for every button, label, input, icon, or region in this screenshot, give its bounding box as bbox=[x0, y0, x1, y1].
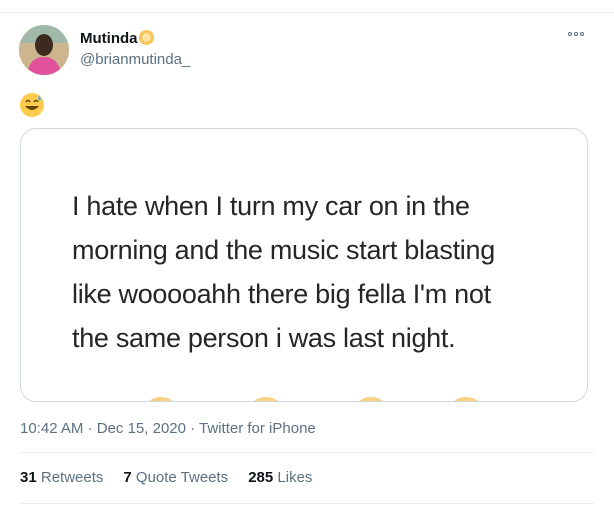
retweets-label: Retweets bbox=[40, 469, 104, 486]
media-image-text: I hate when I turn my car on in the morn… bbox=[72, 184, 572, 360]
quote-tweets-stat[interactable]: 7 Quote Tweets bbox=[123, 469, 228, 486]
avatar-image bbox=[19, 25, 69, 75]
author-name-text: Mutinda bbox=[80, 30, 138, 47]
quote-tweets-label: Quote Tweets bbox=[135, 469, 229, 486]
quote-tweets-count: 7 bbox=[123, 469, 132, 486]
reaction-emoji-icon bbox=[246, 397, 286, 401]
tweet-media-image[interactable]: I hate when I turn my car on in the morn… bbox=[20, 128, 588, 402]
retweets-count: 31 bbox=[20, 469, 37, 486]
verified-badge-icon bbox=[138, 30, 154, 45]
tweet-stats: 31 Retweets 7 Quote Tweets 285 Likes bbox=[20, 469, 312, 486]
retweets-stat[interactable]: 31 Retweets bbox=[20, 469, 103, 486]
media-text-line: I hate when I turn my car on in the bbox=[72, 191, 470, 221]
media-text-line: morning and the music start blasting bbox=[72, 235, 495, 265]
tweet-date[interactable]: Dec 15, 2020 bbox=[97, 420, 186, 437]
media-text-line: like wooooahh there big fella I'm not bbox=[72, 279, 491, 309]
reaction-emoji-icon bbox=[446, 397, 486, 401]
sweat-smile-emoji-icon bbox=[19, 92, 45, 118]
reaction-emoji-icon bbox=[351, 397, 391, 401]
top-divider bbox=[0, 12, 614, 13]
media-text-line: the same person i was last night. bbox=[72, 323, 456, 353]
tweet-time[interactable]: 10:42 AM bbox=[20, 420, 83, 437]
reaction-emoji-icon bbox=[141, 397, 181, 401]
likes-label: Likes bbox=[277, 469, 313, 486]
divider bbox=[20, 452, 594, 453]
divider bbox=[20, 503, 594, 504]
tweet-metadata: 10:42 AM · Dec 15, 2020 · Twitter for iP… bbox=[20, 420, 316, 437]
likes-stat[interactable]: 285 Likes bbox=[248, 469, 312, 486]
meta-separator: · bbox=[190, 420, 196, 437]
tweet-source[interactable]: Twitter for iPhone bbox=[199, 420, 316, 437]
author-name[interactable]: Mutinda bbox=[80, 30, 154, 47]
meta-separator: · bbox=[87, 420, 93, 437]
author-handle[interactable]: @brianmutinda_ bbox=[80, 51, 190, 68]
avatar[interactable] bbox=[19, 25, 69, 75]
likes-count: 285 bbox=[248, 469, 274, 486]
more-options-icon[interactable] bbox=[568, 27, 586, 41]
